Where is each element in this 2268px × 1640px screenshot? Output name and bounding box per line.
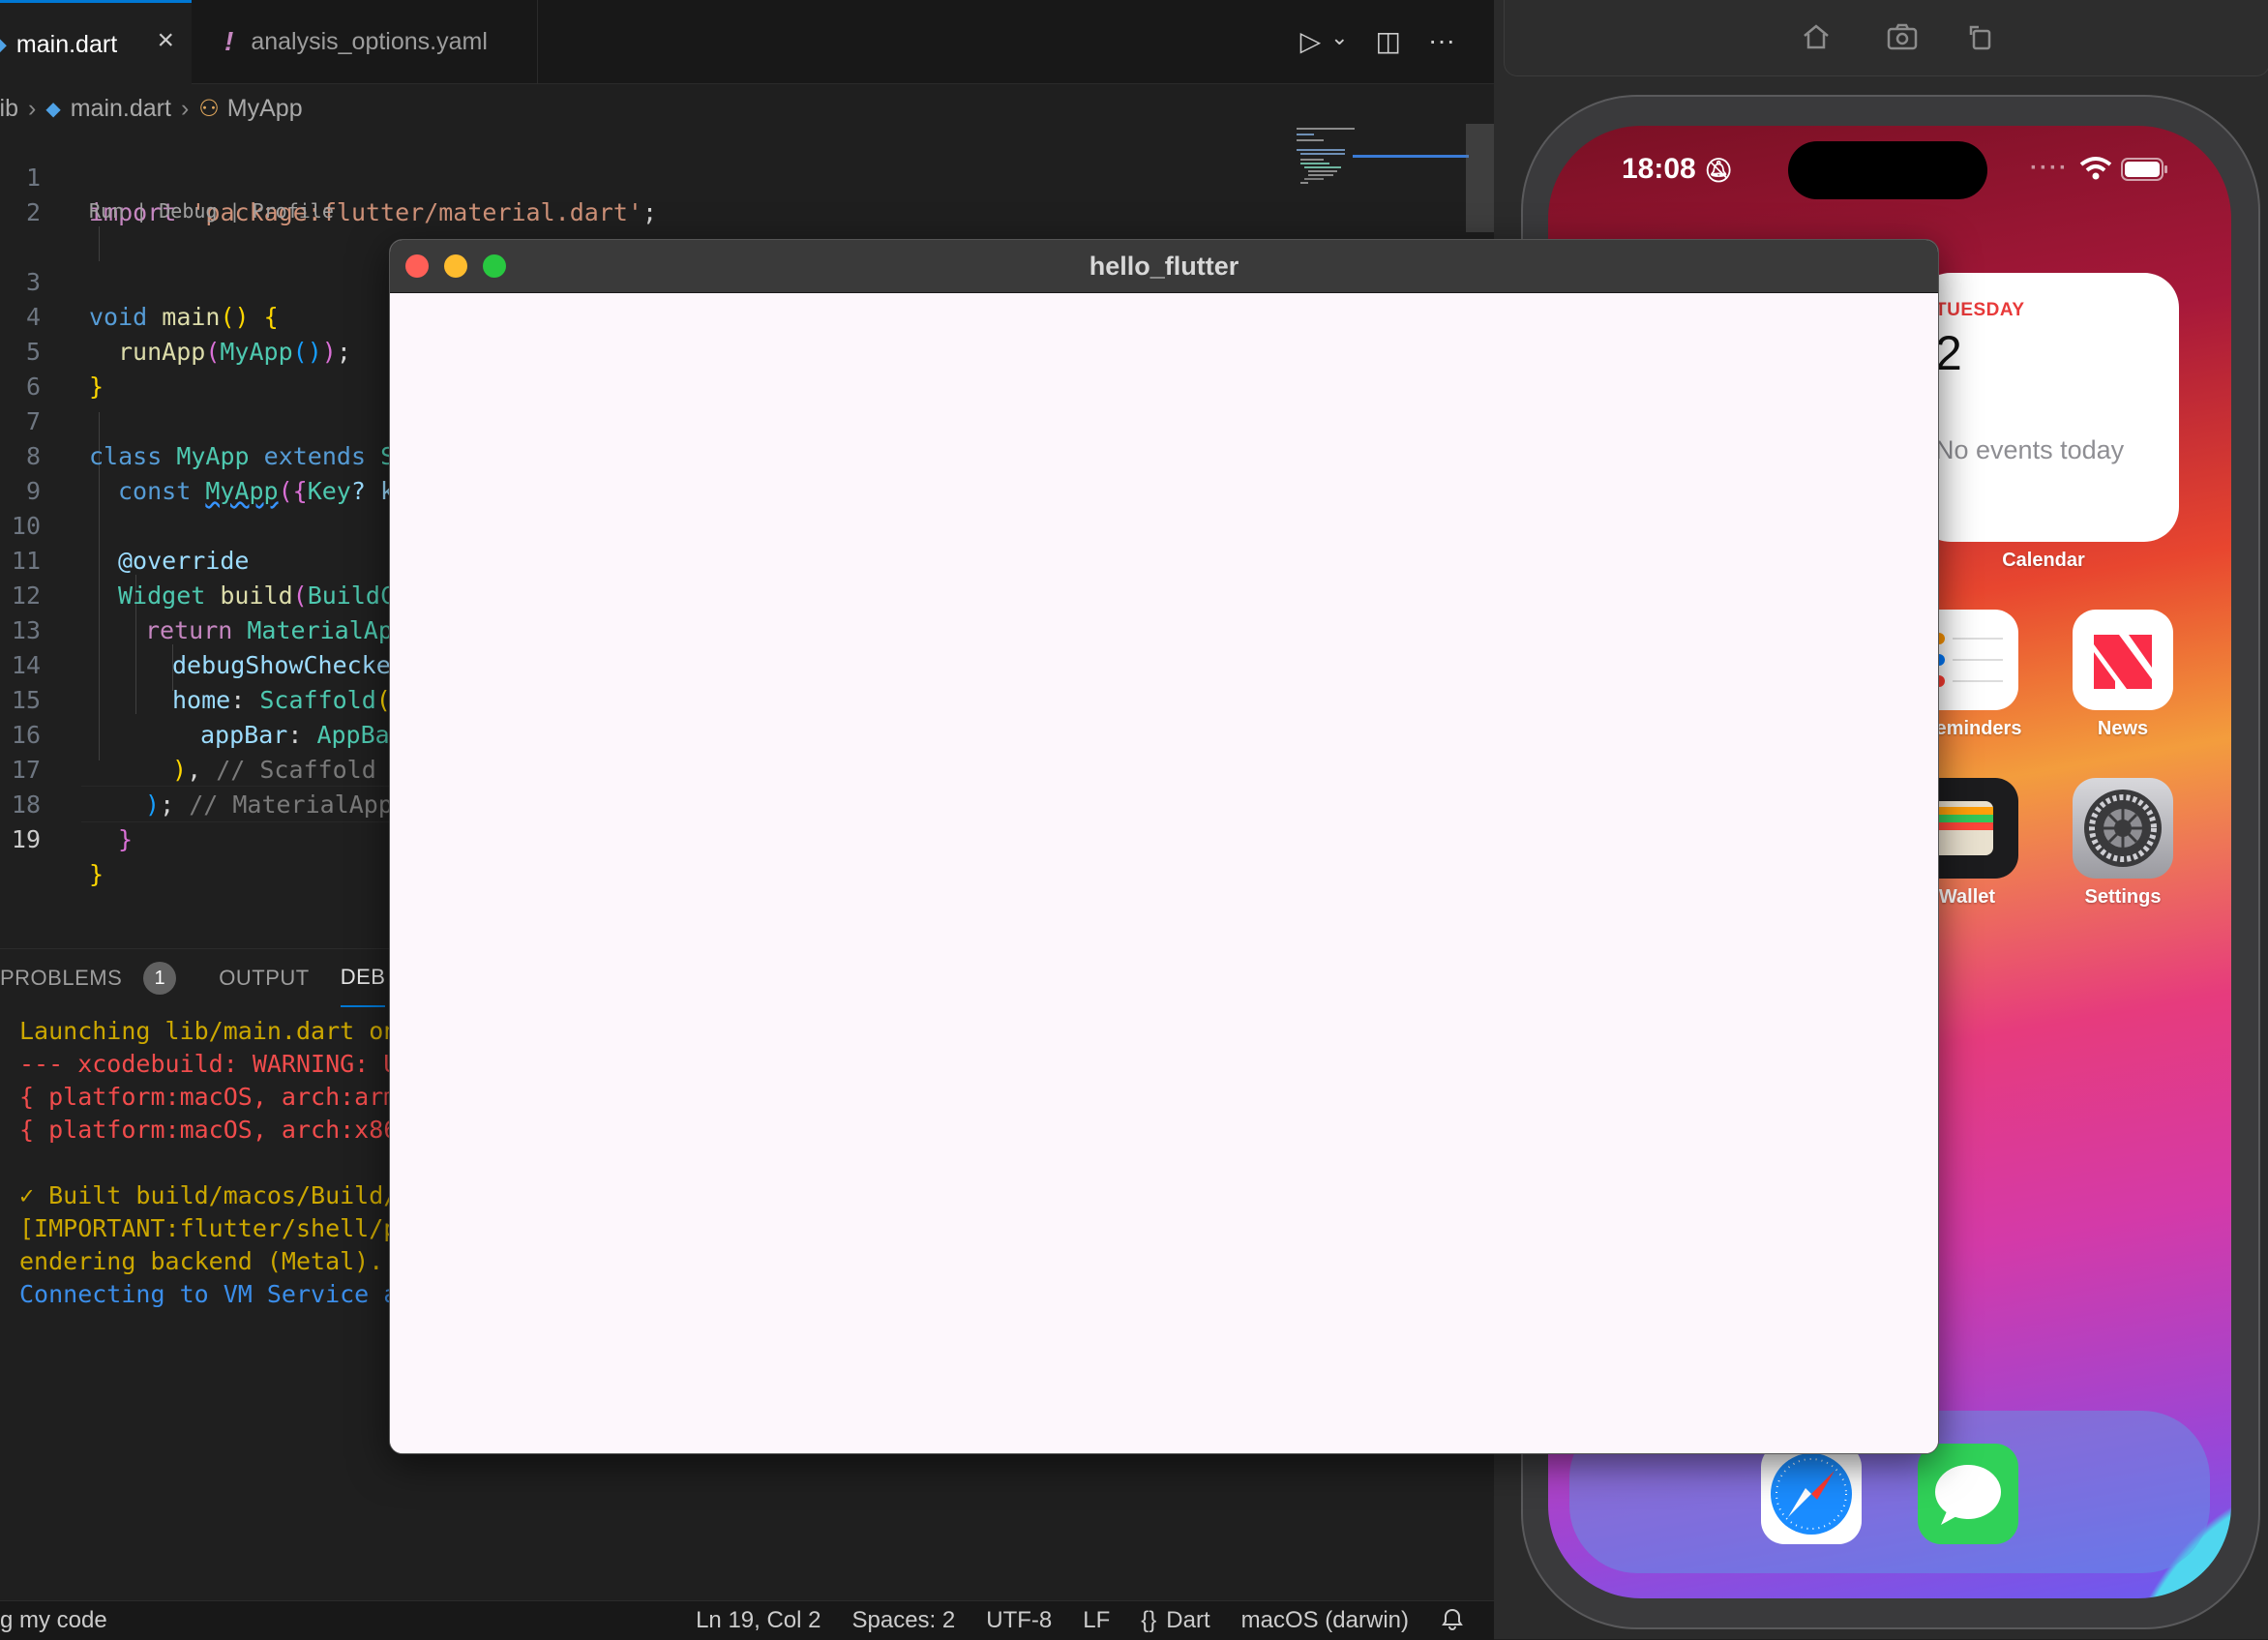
safari-icon[interactable] <box>1761 1444 1862 1544</box>
debug-console-output[interactable]: Launching lib/main.dart on --- xcodebuil… <box>19 1015 412 1311</box>
calendar-day: TUESDAY <box>1935 300 2025 320</box>
tab-label: OUTPUT <box>219 966 310 990</box>
status-eol[interactable]: LF <box>1083 1607 1110 1639</box>
dart-icon: ◆ <box>45 98 61 120</box>
signal-dots-icon: ···· <box>2030 155 2069 181</box>
flutter-app-window[interactable]: hello_flutter <box>389 239 1939 1454</box>
tab-label: PROBLEMS <box>0 966 123 990</box>
news-icon[interactable] <box>2073 610 2173 710</box>
editor-actions: ▷ ⌄ ◫ ··· <box>1300 25 1455 57</box>
console-line: endering backend (Metal). <box>19 1247 384 1275</box>
code-line: 1 import 'package:flutter/material.dart'… <box>0 126 1494 226</box>
tab-problems[interactable]: PROBLEMS 1 <box>0 962 177 995</box>
status-language[interactable]: {} Dart <box>1141 1607 1209 1639</box>
token: ; <box>642 198 658 226</box>
dart-icon: ◆ <box>0 32 7 57</box>
console-line: { platform:macOS, arch:x86_ <box>19 1116 413 1144</box>
console-line: --- xcodebuild: WARNING: Us <box>19 1050 413 1078</box>
messages-icon[interactable] <box>1918 1444 2018 1544</box>
token: } <box>89 860 104 888</box>
console-line: { platform:macOS, arch:arm6 <box>19 1083 413 1111</box>
status-device[interactable]: macOS (darwin) <box>1241 1607 1409 1639</box>
calendar-widget-label: Calendar <box>2002 550 2085 571</box>
split-editor-icon[interactable]: ◫ <box>1376 25 1401 57</box>
tab-label: analysis_options.yaml <box>251 27 488 55</box>
battery-icon <box>2121 158 2167 181</box>
rotate-icon[interactable] <box>1965 21 1996 60</box>
line-number: 19 <box>11 825 41 853</box>
tab-output[interactable]: OUTPUT <box>219 966 309 991</box>
status-encoding[interactable]: UTF-8 <box>986 1607 1052 1639</box>
breadcrumb: lib › ◆ main.dart › ⚇ MyApp <box>0 89 303 128</box>
status-debug-my-code[interactable]: g my code <box>0 1607 107 1634</box>
screenshot-icon[interactable] <box>1886 21 1919 60</box>
status-bar: g my code Ln 19, Col 2 Spaces: 2 UTF-8 L… <box>0 1600 1494 1640</box>
wifi-icon <box>2079 157 2112 180</box>
zoom-window-button[interactable] <box>483 254 506 278</box>
window-title: hello_flutter <box>1089 252 1239 281</box>
bell-icon[interactable] <box>1440 1607 1465 1639</box>
settings-label: Settings <box>2084 886 2162 908</box>
code-line: 2 <box>0 161 1494 226</box>
window-title-bar[interactable]: hello_flutter <box>390 240 1938 293</box>
console-line: [IMPORTANT:flutter/shell/pl <box>19 1214 413 1242</box>
news-label: News <box>2097 718 2149 739</box>
panel-tab-bar: PROBLEMS 1 OUTPUT DEB <box>0 949 428 1007</box>
phone-status-time: 18:08 🔕︎ <box>1622 153 1734 186</box>
tab-label: DEB <box>340 965 386 989</box>
chevron-right-icon: › <box>28 94 37 122</box>
calendar-date: 2 <box>1935 326 1962 380</box>
chevron-right-icon: › <box>180 94 190 122</box>
chevron-down-icon[interactable]: ⌄ <box>1330 25 1348 57</box>
language-label: Dart <box>1166 1607 1210 1633</box>
time-label: 18:08 <box>1622 153 1696 185</box>
simulator-toolbar <box>1504 0 2268 76</box>
breadcrumb-symbol[interactable]: MyApp <box>227 95 303 123</box>
yaml-exclamation-icon: ! <box>224 26 234 56</box>
status-indentation[interactable]: Spaces: 2 <box>852 1607 956 1639</box>
flutter-app-content[interactable] <box>390 293 1938 1453</box>
reminders-label: eminders <box>1935 718 2022 739</box>
close-icon[interactable]: × <box>157 24 174 57</box>
settings-icon[interactable] <box>2073 778 2173 879</box>
codelens-run-debug-profile[interactable]: Run | Debug | Profile <box>89 199 334 223</box>
status-cursor-position[interactable]: Ln 19, Col 2 <box>696 1607 821 1639</box>
breadcrumb-file[interactable]: main.dart <box>71 95 171 123</box>
tab-analysis-options[interactable]: ! analysis_options.yaml <box>194 0 538 83</box>
console-line: Connecting to VM Service at <box>19 1280 413 1308</box>
minimize-window-button[interactable] <box>444 254 467 278</box>
editor-scrollbar[interactable] <box>1466 124 1494 232</box>
close-window-button[interactable] <box>405 254 429 278</box>
token: } <box>118 825 134 853</box>
tab-debug-console[interactable]: DEB <box>340 949 386 1007</box>
console-line: ✓ Built build/macos/Build/P <box>19 1181 413 1209</box>
editor-tab-bar: ◆ main.dart × ! analysis_options.yaml ▷ … <box>0 0 1494 86</box>
calendar-no-events: No events today <box>1935 435 2125 464</box>
more-icon[interactable]: ··· <box>1428 25 1455 57</box>
braces-icon: {} <box>1141 1607 1157 1633</box>
problems-count-badge: 1 <box>143 962 177 995</box>
tab-main-dart[interactable]: ◆ main.dart × <box>0 0 192 86</box>
bell-slash-icon: 🔕︎ <box>1704 158 1734 184</box>
home-icon[interactable] <box>1801 21 1832 60</box>
breadcrumb-lib[interactable]: lib <box>0 95 18 123</box>
class-symbol-icon: ⚇ <box>198 95 220 122</box>
line-number: 2 <box>25 198 41 226</box>
tab-label: main.dart <box>15 30 118 58</box>
minimap-cursor-indicator <box>1353 155 1469 158</box>
minimap[interactable] <box>1287 124 1471 201</box>
console-line: Launching lib/main.dart on <box>19 1017 399 1045</box>
dynamic-island <box>1788 141 1987 199</box>
run-icon[interactable]: ▷ <box>1300 25 1322 57</box>
